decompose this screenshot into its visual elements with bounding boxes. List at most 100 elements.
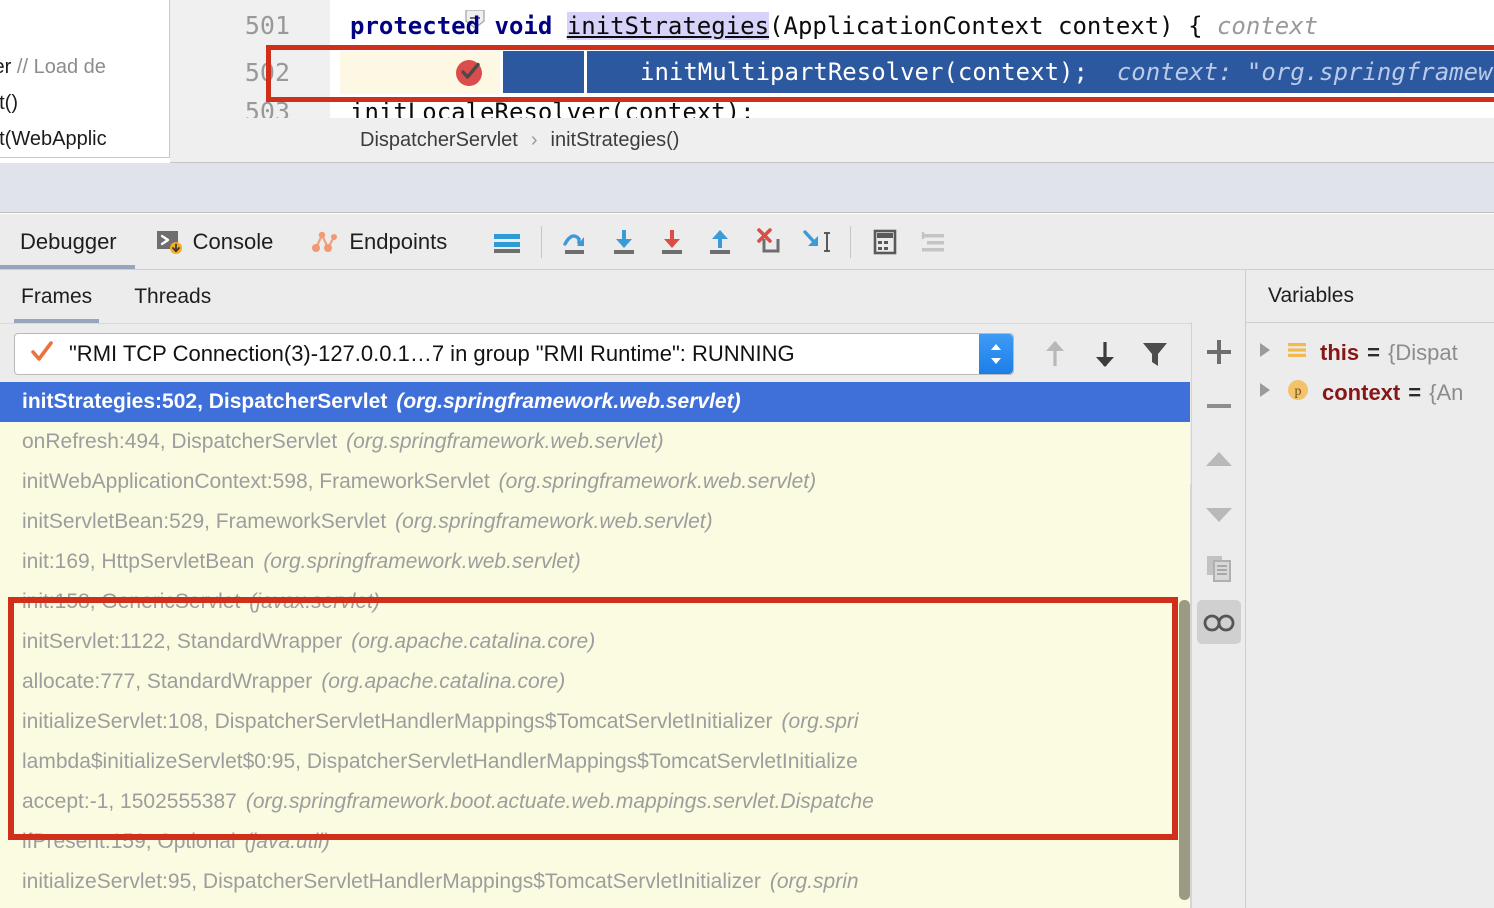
frame-row[interactable]: initServlet:1122, StandardWrapper (org.ap… — [0, 622, 1190, 662]
variables-panel: Variables this = {Dispat p context = {An — [1245, 270, 1494, 908]
variables-tree[interactable]: this = {Dispat p context = {An — [1246, 323, 1494, 908]
frame-package: (org.apache.catalina.core) — [351, 630, 596, 653]
toolbar-divider — [850, 225, 852, 258]
inlay-hint: context: "org.springframework. — [1116, 58, 1494, 86]
inspect-watches-icon[interactable] — [1196, 600, 1241, 644]
frame-row[interactable]: ifPresent:159, Optional (java.util) — [0, 822, 1190, 862]
frame-row[interactable]: initServletBean:529, FrameworkServlet (or… — [0, 502, 1190, 542]
frames-scrollbar-thumb[interactable] — [1179, 600, 1190, 900]
code-keyword: protected void — [350, 12, 567, 40]
tab-debugger[interactable]: Debugger — [0, 214, 135, 269]
popup-text: ter — [0, 56, 12, 78]
frame-package: (org.springframework.web.servlet) — [263, 550, 581, 573]
tab-label: Frames — [21, 284, 93, 308]
variable-row-context[interactable]: p context = {An — [1246, 373, 1494, 413]
step-into-icon[interactable] — [600, 220, 648, 264]
console-icon — [155, 228, 183, 256]
drop-frame-icon[interactable] — [744, 220, 792, 264]
frame-call: lambda$initializeServlet$0:95, Dispatche… — [22, 750, 858, 773]
editor-status-band — [0, 163, 1494, 213]
filter-icon[interactable] — [1130, 331, 1180, 377]
frame-row[interactable]: initializeServlet:108, DispatcherServlet… — [0, 702, 1190, 742]
remove-watch-icon[interactable] — [1197, 384, 1241, 428]
frame-package: (org.springframework.web.servlet) — [395, 510, 713, 533]
frame-row[interactable]: accept:-1, 1502555387 (org.springframewor… — [0, 782, 1190, 822]
expand-arrow-icon[interactable] — [1256, 380, 1274, 406]
frame-call: initStrategies:502, DispatcherServlet — [22, 390, 388, 413]
endpoints-icon — [311, 228, 339, 256]
breadcrumb-separator-icon: › — [530, 128, 538, 151]
subtabs-rule — [0, 323, 1205, 324]
breadcrumb-method[interactable]: initStrategies() — [551, 129, 680, 152]
frame-row[interactable]: allocate:777, StandardWrapper (org.apache… — [0, 662, 1190, 702]
expand-arrow-icon[interactable] — [1256, 340, 1274, 366]
add-watch-icon[interactable] — [1197, 330, 1241, 374]
thread-selector-value: "RMI TCP Connection(3)-127.0.0.1…7 in gr… — [69, 341, 795, 366]
frame-row[interactable]: lambda$initializeServlet$0:95, Dispatche… — [0, 742, 1190, 782]
show-execution-point-icon[interactable] — [483, 220, 531, 264]
tab-frames[interactable]: Frames — [0, 270, 113, 323]
settings-lines-icon[interactable] — [909, 220, 957, 264]
frame-call: initializeServlet:108, DispatcherServlet… — [22, 710, 773, 733]
frame-row[interactable]: initializeServlet:95, DispatcherServletH… — [0, 862, 1190, 902]
move-watch-down-icon[interactable] — [1197, 492, 1241, 536]
frame-package: (org.sprin — [769, 870, 859, 893]
thread-selector-combobox[interactable]: "RMI TCP Connection(3)-127.0.0.1…7 in gr… — [14, 333, 1014, 375]
tab-label: Endpoints — [349, 228, 448, 254]
parameter-icon: p — [1286, 378, 1310, 408]
code-text-501: protected void initStrategies(Applicatio… — [350, 8, 1318, 44]
thread-selector-row: "RMI TCP Connection(3)-127.0.0.1…7 in gr… — [0, 326, 1205, 382]
breakpoint-verified-icon[interactable] — [454, 58, 484, 88]
frames-threads-tabs: Frames Threads — [0, 270, 1205, 323]
frame-row[interactable]: init:158, GenericServlet (javax.servlet) — [0, 582, 1190, 622]
variable-value: {An — [1429, 380, 1464, 405]
execution-line-gutter-gap — [584, 51, 587, 93]
code-signature: (ApplicationContext context) { — [769, 12, 1217, 40]
frame-call: initServletBean:529, FrameworkServlet — [22, 510, 387, 533]
updown-stepper-icon[interactable] — [979, 334, 1013, 374]
frame-row[interactable]: init:169, HttpServletBean (org.springfram… — [0, 542, 1190, 582]
tab-console[interactable]: Console — [135, 214, 292, 269]
move-up-icon[interactable] — [1030, 331, 1080, 377]
step-over-icon[interactable] — [552, 220, 600, 264]
frame-row[interactable]: initWebApplicationContext:598, Framework… — [0, 462, 1190, 502]
frame-call: init:169, HttpServletBean — [22, 550, 255, 573]
frame-call: init:158, GenericServlet — [22, 590, 241, 613]
frame-row[interactable]: onRefresh:494, DispatcherServlet (org.spr… — [0, 422, 1190, 462]
frame-call: ifPresent:159, Optional — [22, 830, 236, 853]
frames-list[interactable]: initStrategies:502, DispatcherServlet (or… — [0, 382, 1190, 908]
line-number: 501 — [244, 11, 290, 40]
ide-window: 501 502 503 protected void initStrategie… — [0, 0, 1494, 908]
svg-text:p: p — [1295, 384, 1302, 399]
frame-row[interactable]: initStrategies:502, DispatcherServlet (or… — [0, 382, 1190, 422]
frame-call: initWebApplicationContext:598, Framework… — [22, 470, 490, 493]
force-step-into-icon[interactable] — [648, 220, 696, 264]
code-text-502: initMultipartResolver(context); context:… — [640, 51, 1494, 93]
variable-row-this[interactable]: this = {Dispat — [1246, 333, 1494, 373]
tab-label: Console — [192, 228, 274, 254]
copy-value-icon[interactable] — [1197, 546, 1241, 590]
breadcrumb-class[interactable]: DispatcherServlet — [360, 129, 518, 152]
popup-line-1: ter // Load de — [0, 56, 106, 79]
run-to-cursor-icon[interactable] — [792, 220, 840, 264]
frame-call: onRefresh:494, DispatcherServlet — [22, 430, 338, 453]
editor-left-popup: ter // Load de et() et(WebApplic — [0, 0, 170, 158]
watch-toolbar — [1191, 322, 1245, 908]
code-area[interactable]: 501 502 503 protected void initStrategie… — [170, 0, 1494, 126]
frame-package: (javax.servlet) — [249, 590, 380, 613]
frame-package: (org.springframework.boot.actuate.web.ma… — [245, 790, 874, 813]
variables-title: Variables — [1268, 284, 1354, 307]
evaluate-expression-icon[interactable] — [861, 220, 909, 264]
move-watch-up-icon[interactable] — [1197, 438, 1241, 482]
popup-comment: // Load de — [16, 56, 106, 78]
step-out-icon[interactable] — [696, 220, 744, 264]
tab-endpoints[interactable]: Endpoints — [291, 214, 465, 269]
tab-threads[interactable]: Threads — [113, 270, 232, 323]
tab-label: Threads — [134, 284, 212, 308]
inlay-hint: context — [1216, 12, 1319, 40]
move-down-icon[interactable] — [1080, 331, 1130, 377]
frame-call: allocate:777, StandardWrapper — [22, 670, 313, 693]
tab-label: Debugger — [20, 228, 117, 254]
breadcrumb[interactable]: DispatcherServlet › initStrategies() — [170, 118, 1494, 163]
popup-line-3: et(WebApplic — [0, 128, 107, 150]
